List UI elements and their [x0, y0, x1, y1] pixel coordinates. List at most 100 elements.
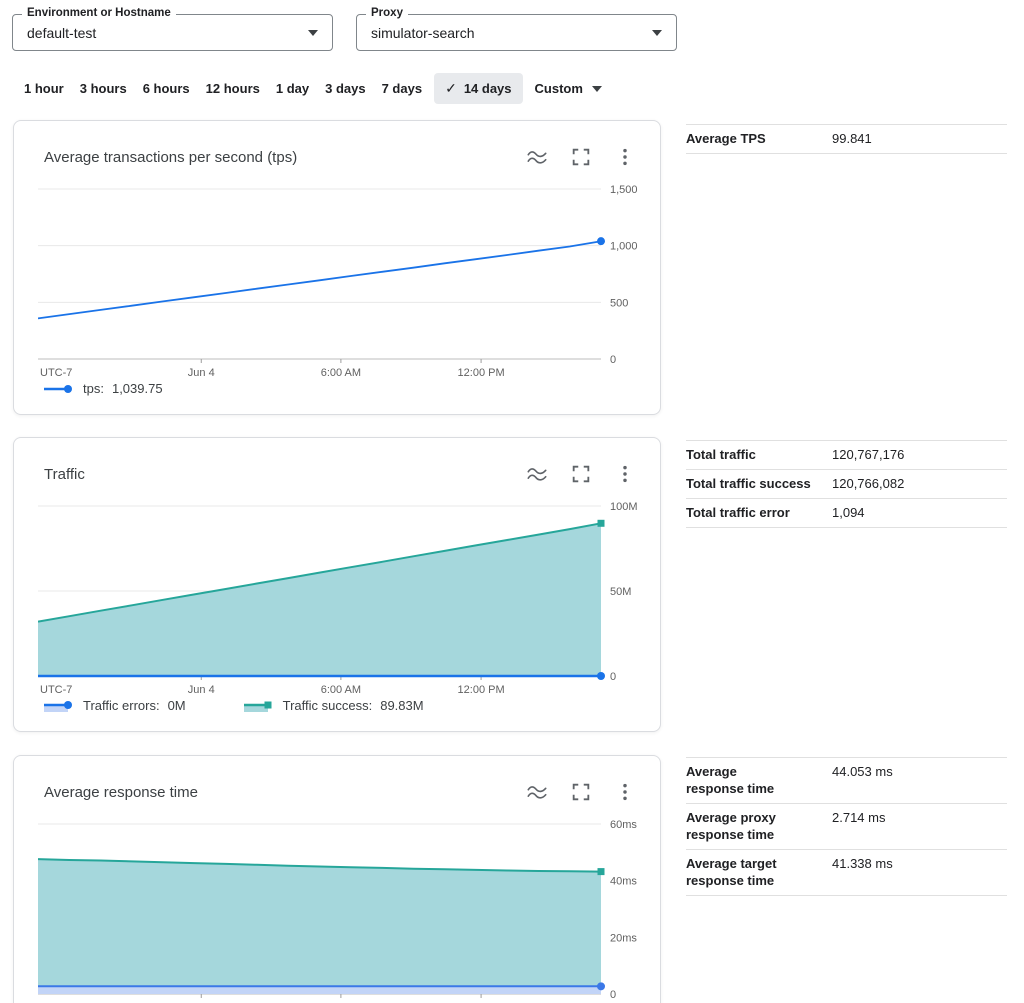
svg-text:100M: 100M [610, 501, 638, 513]
time-range-selector: 1 hour 3 hours 6 hours 12 hours 1 day 3 … [16, 73, 610, 104]
time-range-3-days[interactable]: 3 days [317, 74, 373, 103]
svg-text:Jun 4: Jun 4 [188, 684, 215, 696]
table-row: Average TPS 99.841 [686, 125, 1007, 154]
proxy-select-label: Proxy [366, 7, 408, 19]
table-row: Average proxy response time 2.714 ms [686, 804, 1007, 850]
tps-chart-card: Average transactions per second (tps) 0 5… [13, 120, 661, 415]
table-row: Total traffic success 120,766,082 [686, 470, 1007, 499]
chart-type-icon[interactable] [526, 146, 548, 168]
legend-line-dot-swatch [44, 383, 74, 395]
stat-label: Average response time [686, 763, 832, 797]
stat-value: 2.714 ms [832, 809, 1007, 826]
chart-type-icon[interactable] [526, 463, 548, 485]
proxy-select[interactable]: Proxy simulator-search [356, 14, 677, 51]
table-row: Total traffic 120,767,176 [686, 441, 1007, 470]
environment-select[interactable]: Environment or Hostname default-test [12, 14, 333, 51]
svg-text:500: 500 [610, 297, 628, 309]
card-header: Average transactions per second (tps) [14, 121, 660, 168]
time-range-7-days[interactable]: 7 days [374, 74, 430, 103]
fullscreen-icon[interactable] [570, 463, 592, 485]
stat-label: Total traffic success [686, 475, 832, 492]
card-header: Average response time [14, 756, 660, 803]
stat-label: Average target response time [686, 855, 832, 889]
time-range-3-hours[interactable]: 3 hours [72, 74, 135, 103]
check-icon: ✓ [445, 80, 457, 97]
environment-select-label: Environment or Hostname [22, 7, 176, 19]
legend-item-traffic-success: Traffic success: 89.83M [244, 698, 424, 713]
tps-chart-title: Average transactions per second (tps) [44, 149, 504, 166]
stat-label: Total traffic [686, 446, 832, 463]
table-row: Total traffic error 1,094 [686, 499, 1007, 528]
fullscreen-icon[interactable] [570, 146, 592, 168]
svg-text:60ms: 60ms [610, 819, 637, 831]
time-range-6-hours[interactable]: 6 hours [135, 74, 198, 103]
proxy-select-value: simulator-search [371, 25, 474, 41]
legend-area-swatch [44, 699, 74, 713]
table-row: Average target response time 41.338 ms [686, 850, 1007, 896]
table-row: Average response time 44.053 ms [686, 758, 1007, 804]
time-range-14-days-label: 14 days [464, 81, 512, 96]
monitoring-dashboard: Environment or Hostname default-test Pro… [0, 0, 1024, 1003]
time-range-custom-label: Custom [535, 81, 583, 96]
time-range-12-hours[interactable]: 12 hours [198, 74, 268, 103]
tps-chart-legend: tps: 1,039.75 [44, 381, 163, 396]
legend-value: 89.83M [380, 698, 423, 713]
legend-value: 1,039.75 [112, 381, 163, 396]
svg-text:50M: 50M [610, 586, 631, 598]
card-header: Traffic [14, 438, 660, 485]
more-options-icon[interactable] [614, 146, 636, 168]
traffic-chart-title: Traffic [44, 466, 504, 483]
svg-text:6:00 AM: 6:00 AM [321, 367, 361, 379]
svg-text:UTC-7: UTC-7 [40, 367, 72, 379]
traffic-chart-legend: Traffic errors: 0M Traffic success: 89.8… [44, 698, 424, 713]
svg-text:0: 0 [610, 989, 616, 1001]
stat-label: Total traffic error [686, 504, 832, 521]
legend-item-tps: tps: 1,039.75 [44, 381, 163, 396]
svg-text:Jun 4: Jun 4 [188, 367, 215, 379]
stat-value: 120,766,082 [832, 475, 1007, 492]
stat-value: 1,094 [832, 504, 1007, 521]
svg-text:0: 0 [610, 354, 616, 366]
legend-item-traffic-errors: Traffic errors: 0M [44, 698, 186, 713]
environment-select-value: default-test [27, 25, 96, 41]
response-time-chart[interactable]: 020ms40ms60msJun 46:00 AM12:00 PMUTC-7 [38, 814, 658, 1003]
dropdown-caret-icon [592, 86, 602, 92]
tps-chart[interactable]: 0 500 1,000 1,500 Jun 4 6:00 AM 12:00 PM UTC-7 [38, 179, 658, 384]
stat-value: 41.338 ms [832, 855, 1007, 872]
legend-value: 0M [168, 698, 186, 713]
more-options-icon[interactable] [614, 781, 636, 803]
svg-text:0: 0 [610, 671, 616, 683]
svg-text:6:00 AM: 6:00 AM [321, 684, 361, 696]
traffic-stats-table: Total traffic 120,767,176 Total traffic … [686, 440, 1007, 528]
svg-text:1,500: 1,500 [610, 184, 638, 196]
fullscreen-icon[interactable] [570, 781, 592, 803]
legend-label: tps: [83, 381, 104, 396]
svg-text:20ms: 20ms [610, 932, 637, 944]
response-time-stats-table: Average response time 44.053 ms Average … [686, 757, 1007, 896]
more-options-icon[interactable] [614, 463, 636, 485]
dropdown-caret-icon [308, 30, 318, 36]
response-time-chart-card: Average response time 020ms40ms60msJun 4… [13, 755, 661, 1003]
traffic-chart[interactable]: 0 50M 100M Jun 4 6:00 AM 12:00 PM UTC-7 [38, 496, 658, 701]
svg-text:12:00 PM: 12:00 PM [458, 684, 505, 696]
stat-value: 120,767,176 [832, 446, 1007, 463]
tps-stats-table: Average TPS 99.841 [686, 124, 1007, 154]
response-time-chart-title: Average response time [44, 784, 504, 801]
time-range-14-days[interactable]: ✓ 14 days [434, 73, 522, 104]
svg-text:40ms: 40ms [610, 876, 637, 888]
time-range-1-hour[interactable]: 1 hour [16, 74, 72, 103]
svg-text:1,000: 1,000 [610, 241, 638, 253]
legend-label: Traffic errors: [83, 698, 160, 713]
dropdown-caret-icon [652, 30, 662, 36]
legend-area-swatch [244, 699, 274, 713]
legend-label: Traffic success: [283, 698, 373, 713]
svg-text:UTC-7: UTC-7 [40, 684, 72, 696]
stat-label: Average TPS [686, 130, 832, 147]
time-range-1-day[interactable]: 1 day [268, 74, 317, 103]
svg-text:12:00 PM: 12:00 PM [458, 367, 505, 379]
stat-label: Average proxy response time [686, 809, 832, 843]
traffic-chart-card: Traffic 0 50M 100M Jun 4 6:00 AM 12:00 PM UTC-… [13, 437, 661, 732]
time-range-custom[interactable]: Custom [527, 74, 610, 103]
stat-value: 99.841 [832, 130, 1007, 147]
chart-type-icon[interactable] [526, 781, 548, 803]
